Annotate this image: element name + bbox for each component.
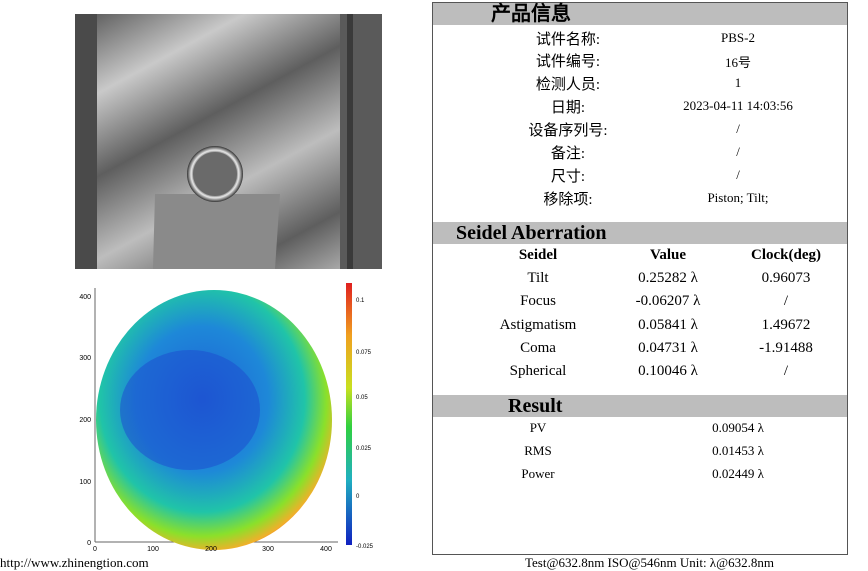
seidel-value: -0.06207 λ	[635, 293, 701, 309]
info-label: 试件编号:	[535, 54, 601, 70]
info-value: Piston; Tilt;	[707, 190, 769, 205]
interferogram-image	[75, 14, 382, 269]
surface-map-graphic: 0 100 200 300 400 400 300 200 100 0 0.1 …	[79, 283, 374, 553]
seidel-title: Seidel Aberration	[456, 222, 607, 244]
colorbar	[346, 283, 352, 545]
x-tick: 0	[93, 546, 97, 553]
result-value: 0.01453 λ	[712, 443, 764, 458]
colorbar-tick: 0.025	[356, 446, 372, 452]
info-value: 16号	[724, 55, 751, 70]
info-label: 设备序列号:	[528, 123, 608, 139]
seidel-clock: 1.49672	[761, 317, 811, 333]
y-tick: 0	[87, 540, 91, 547]
info-label: 移除项:	[543, 192, 593, 208]
result-value: 0.09054 λ	[712, 420, 764, 435]
info-label: 试件名称:	[535, 32, 601, 48]
seidel-value: 0.25282 λ	[638, 270, 698, 286]
info-value: 2023-04-11 14:03:56	[683, 98, 793, 113]
result-name: Power	[521, 466, 555, 481]
info-value: 1	[734, 75, 742, 90]
result-title: Result	[508, 395, 563, 417]
seidel-value: 0.05841 λ	[638, 317, 698, 333]
info-value: PBS-2	[721, 30, 755, 45]
y-tick: 300	[79, 355, 91, 362]
report-panel: 产品信息 试件名称: PBS-2 试件编号: 16号 检测人员: 1 日期: 2…	[432, 2, 848, 555]
info-value: /	[736, 144, 740, 159]
clock-col-header: Clock(deg)	[751, 247, 821, 263]
seidel-name: Coma	[520, 340, 556, 356]
seidel-col-header: Seidel	[518, 247, 558, 263]
colorbar-tick: -0.025	[356, 544, 374, 550]
seidel-name: Spherical	[509, 363, 567, 379]
info-label: 尺寸:	[550, 169, 586, 185]
x-tick: 100	[147, 546, 159, 553]
info-value: /	[736, 167, 740, 182]
seidel-name: Tilt	[527, 270, 549, 286]
info-label: 检测人员:	[535, 77, 601, 93]
result-name: RMS	[524, 443, 552, 458]
footer-url: http://www.zhinengtion.com	[0, 555, 149, 570]
result-name: PV	[529, 420, 547, 435]
result-value: 0.02449 λ	[712, 466, 764, 481]
product-info-title: 产品信息	[491, 3, 571, 25]
colorbar-tick: 0.1	[356, 298, 365, 304]
surface-map: 0 100 200 300 400 400 300 200 100 0 0.1 …	[70, 280, 385, 555]
info-label: 日期:	[550, 100, 586, 116]
y-tick: 200	[79, 417, 91, 424]
colorbar-tick: 0.05	[356, 395, 368, 401]
y-tick: 400	[79, 294, 91, 301]
y-tick: 100	[79, 479, 91, 486]
interferogram-graphic	[75, 14, 382, 269]
seidel-value: 0.04731 λ	[638, 340, 698, 356]
seidel-clock: /	[783, 363, 789, 379]
x-tick: 200	[205, 546, 217, 553]
result-header: Result	[433, 395, 847, 417]
seidel-name: Focus	[520, 293, 556, 309]
value-col-header: Value	[649, 247, 687, 263]
seidel-name: Astigmatism	[499, 317, 577, 333]
product-info-header: 产品信息	[433, 3, 847, 25]
footer-test-info: Test@632.8nm ISO@546nm Unit: λ@632.8nm	[525, 555, 774, 570]
seidel-value: 0.10046 λ	[638, 363, 698, 379]
seidel-header: Seidel Aberration	[433, 222, 847, 244]
seidel-clock: 0.96073	[761, 270, 811, 286]
colorbar-tick: 0	[356, 494, 360, 500]
colorbar-tick: 0.075	[356, 350, 372, 356]
x-tick: 300	[262, 546, 274, 553]
info-label: 备注:	[550, 146, 586, 162]
seidel-clock: /	[783, 293, 789, 309]
x-tick: 400	[320, 546, 332, 553]
info-value: /	[736, 121, 740, 136]
seidel-clock: -1.91488	[759, 340, 813, 356]
